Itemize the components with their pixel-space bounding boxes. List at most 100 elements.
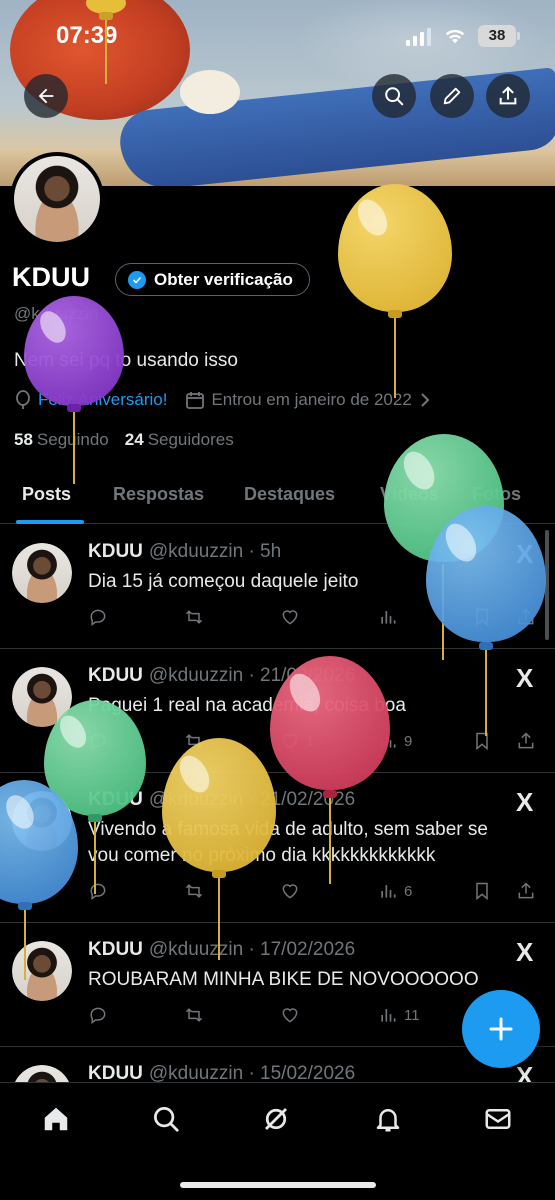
like-button[interactable]: 1 [280, 731, 314, 751]
reply-button[interactable] [88, 731, 108, 751]
reply-button[interactable] [88, 607, 108, 627]
post-item[interactable]: KDUU @kduuzzin · 21/02/2026 X Vivendo a f… [0, 773, 555, 923]
tab-highlights[interactable]: Destaques [244, 484, 335, 505]
bookmark-button[interactable] [472, 731, 492, 751]
reply-icon [90, 883, 106, 900]
wifi-icon [445, 29, 465, 44]
share-icon [518, 608, 534, 625]
reply-button[interactable] [88, 881, 108, 901]
mail-icon [485, 1109, 511, 1129]
post-text: ROUBARAM MINHA BIKE DE NOVOOOOOO [88, 969, 479, 990]
post-avatar[interactable] [12, 667, 72, 727]
repost-button[interactable] [184, 1005, 204, 1025]
pencil-icon [443, 87, 461, 105]
views-button[interactable]: 9 [378, 731, 412, 751]
post-meta: @kduuzzin · 15/02/2026 [148, 1063, 356, 1084]
edit-button[interactable] [430, 74, 474, 118]
post-avatar[interactable] [12, 941, 72, 1001]
share-post-button[interactable] [516, 607, 536, 627]
search-button[interactable] [372, 74, 416, 118]
post-meta: @kduuzzin · 17/02/2026 [148, 939, 356, 960]
tab-replies[interactable]: Respostas [113, 484, 204, 505]
bookmark-icon [476, 608, 488, 627]
views-button[interactable]: 6 [378, 881, 412, 901]
like-button[interactable] [280, 1005, 300, 1025]
post-meta: @kduuzzin · 5h [148, 541, 282, 562]
status-time: 07:39 [56, 22, 118, 49]
x-logo-icon: X [516, 539, 534, 569]
get-verified-button[interactable]: Obter verificação [115, 263, 310, 296]
get-verified-label: Obter verificação [154, 269, 293, 289]
share-icon [499, 86, 517, 105]
bookmark-icon [476, 882, 488, 901]
repost-icon [185, 610, 203, 624]
tab-posts[interactable]: Posts [22, 484, 71, 505]
nav-home[interactable] [38, 1101, 74, 1137]
views-icon [381, 735, 396, 748]
heart-icon [282, 610, 298, 625]
post-item[interactable]: KDUU @kduuzzin · 5h X Dia 15 já começou d… [0, 525, 555, 649]
heart-icon [282, 1008, 298, 1023]
bell-icon [376, 1109, 400, 1132]
like-button[interactable] [280, 881, 300, 901]
nav-grok[interactable] [258, 1101, 294, 1137]
balloon-yellow [338, 184, 452, 400]
battery-indicator: 38 [478, 25, 520, 47]
profile-name: KDUU [12, 262, 90, 292]
back-button[interactable] [24, 74, 68, 118]
repost-button[interactable] [184, 607, 204, 627]
like-button[interactable] [280, 607, 300, 627]
home-indicator[interactable] [180, 1182, 376, 1188]
calendar-icon [186, 392, 205, 409]
heart-icon [282, 734, 298, 749]
share-post-button[interactable] [516, 731, 536, 751]
reply-button[interactable] [88, 1005, 108, 1025]
compose-post-button[interactable] [462, 990, 540, 1068]
views-button[interactable] [378, 607, 404, 627]
views-button[interactable]: 11 [378, 1005, 420, 1025]
profile-avatar[interactable] [10, 152, 104, 246]
profile-handle: @kduuzzin [14, 304, 99, 323]
post-avatar[interactable] [12, 791, 72, 851]
views-icon [381, 885, 396, 898]
post-avatar[interactable] [12, 543, 72, 603]
plus-icon [489, 1017, 513, 1041]
post-actions: 6 [88, 881, 543, 905]
post-item[interactable]: KDUU @kduuzzin · 21/02/2026 X Paguei 1 re… [0, 649, 555, 773]
joined-text: Entrou em janeiro de 2022 [211, 390, 412, 409]
repost-icon [185, 884, 203, 898]
share-post-button[interactable] [516, 881, 536, 901]
nav-messages[interactable] [480, 1101, 516, 1137]
share-icon [518, 882, 534, 899]
birthday-text[interactable]: Feliz Aniversário! [38, 390, 167, 410]
chevron-right-icon[interactable] [418, 392, 432, 408]
home-icon [44, 1107, 68, 1131]
bookmark-button[interactable] [472, 881, 492, 901]
post-author: KDUU [88, 541, 143, 562]
scrollbar[interactable] [545, 530, 549, 640]
bookmark-button[interactable] [472, 607, 492, 627]
nav-notifications[interactable] [370, 1101, 406, 1137]
share-button[interactable] [486, 74, 530, 118]
heart-icon [282, 884, 298, 899]
profile-meta: Feliz Aniversário! Entrou em janeiro de … [14, 390, 432, 410]
verified-badge-icon [128, 270, 146, 289]
post-text: Paguei 1 real na academia, coisa boa [88, 695, 406, 716]
views-icon [381, 1009, 396, 1022]
search-icon [154, 1107, 179, 1132]
tab-photos[interactable]: Fotos [472, 484, 521, 505]
grok-icon [265, 1108, 287, 1130]
signal-icon [406, 28, 431, 46]
post-meta: @kduuzzin · 21/02/2026 [148, 789, 356, 810]
following-link[interactable]: 58 Seguindo [14, 430, 109, 450]
profile-bio: Nem sei pq to usando isso [14, 350, 238, 371]
repost-button[interactable] [184, 881, 204, 901]
nav-search[interactable] [148, 1101, 184, 1137]
post-actions: 1 9 [88, 731, 543, 755]
balloon-icon [16, 390, 30, 409]
followers-link[interactable]: 24 Seguidores [125, 430, 234, 450]
repost-button[interactable] [184, 731, 204, 751]
share-icon [518, 732, 534, 749]
post-author: KDUU [88, 665, 143, 686]
tab-videos[interactable]: Vídeos [380, 484, 439, 505]
